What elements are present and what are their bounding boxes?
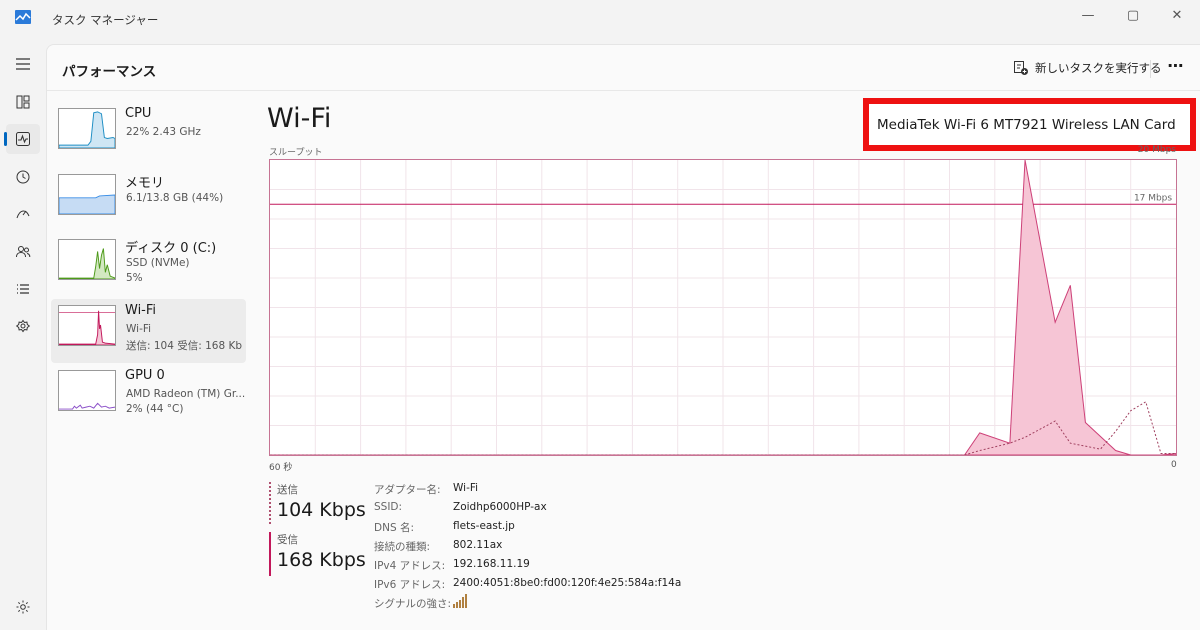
hamburger-icon [16,58,30,70]
device-memory[interactable]: メモリ 6.1/13.8 GB (44%) [51,168,246,232]
receive-stat: 受信 168 Kbps [269,532,366,576]
graph-max-label: 20 Mbps [1137,145,1176,155]
hamburger-menu-button[interactable] [6,49,40,79]
window-title: タスク マネージャー [52,13,159,27]
send-label: 送信 [277,484,298,496]
device-name: メモリ [125,175,165,191]
device-type: Wi-Fi [126,322,152,335]
users-icon [16,246,31,258]
page-header: パフォーマンス 新しいタスクを実行する ⋯ [47,45,1200,91]
send-stat: 送信 104 Kbps [269,482,366,524]
property-value: 802.11ax [453,539,503,551]
throughput-graph: 17 Mbps [269,159,1177,456]
history-icon [16,170,30,184]
device-name: ディスク 0 (C:) [125,241,217,256]
device-wifi[interactable]: Wi-Fi Wi-Fi 送信: 104 受信: 168 Kb [51,298,246,363]
device-stat: 2% (44 °C) [126,403,184,415]
gpu-thumbnail-graph [58,370,116,411]
property-key: IPv6 アドレス: [374,579,446,591]
header-divider [1150,60,1151,78]
device-list: CPU 22% 2.43 GHz メモリ 6.1/13.8 GB (44%) デ… [51,102,246,430]
graph-time-start: 60 秒 [269,463,293,473]
nav-details[interactable] [6,274,40,304]
device-stat: 送信: 104 受信: 168 Kb [126,339,243,352]
property-key: アダプター名: [374,484,441,496]
minimize-button[interactable]: — [1068,6,1108,26]
receive-value: 168 Kbps [277,549,366,571]
device-cpu[interactable]: CPU 22% 2.43 GHz [51,102,246,166]
run-new-task-button[interactable]: 新しいタスクを実行する [1013,57,1162,79]
device-stat: 5% [126,272,143,284]
adapter-name: MediaTek Wi-Fi 6 MT7921 Wireless LAN Car… [863,98,1196,151]
task-manager-app-icon [15,10,31,24]
property-key: IPv4 アドレス: [374,560,446,572]
property-key: DNS 名: [374,522,414,534]
detail-title: Wi-Fi [267,103,332,134]
device-gpu[interactable]: GPU 0 AMD Radeon (TM) Gr... 2% (44 °C) [51,364,246,428]
device-type: AMD Radeon (TM) Gr... [126,388,246,400]
property-value: 2400:4051:8be0:fd00:120f:4e25:584a:f14a [453,577,682,589]
device-name: CPU [125,106,152,121]
gear-icon [16,600,30,614]
send-value: 104 Kbps [277,499,366,521]
device-stat: 6.1/13.8 GB (44%) [126,191,224,204]
maximize-button[interactable]: ▢ [1113,6,1153,26]
property-value: 192.168.11.19 [453,558,530,570]
property-value: Wi-Fi [453,482,479,494]
property-value: Zoidhp6000HP-ax [453,501,547,513]
nav-rail [0,44,46,630]
run-new-task-label: 新しいタスクを実行する [1035,61,1162,75]
signal-bars-icon [453,594,467,608]
device-disk[interactable]: ディスク 0 (C:) SSD (NVMe) 5% [51,233,246,297]
main-panel: パフォーマンス 新しいタスクを実行する ⋯ CPU 22% 2.43 GHz メ… [46,44,1200,630]
send-indicator [269,482,271,524]
disk-thumbnail-graph [58,239,116,280]
graph-label: スループット [269,148,323,158]
nav-services[interactable] [6,312,40,342]
receive-indicator [269,532,271,576]
wifi-thumbnail-graph [58,304,116,346]
nav-users[interactable] [6,237,40,267]
nav-settings[interactable] [6,592,40,622]
startup-icon [16,210,30,219]
services-icon [15,319,31,333]
receive-label: 受信 [277,534,298,546]
page-title: パフォーマンス [62,64,157,80]
device-type: SSD (NVMe) [126,257,190,269]
performance-icon [16,132,30,146]
details-icon [17,284,29,294]
property-key: シグナルの強さ: [374,598,452,610]
property-value: flets-east.jp [453,520,515,532]
nav-app-history[interactable] [6,162,40,192]
device-name: GPU 0 [125,368,165,383]
device-name: Wi-Fi [125,302,157,318]
nav-startup[interactable] [6,199,40,229]
graph-time-end: 0 [1171,460,1177,470]
nav-performance[interactable] [4,124,40,154]
memory-thumbnail-graph [58,173,116,215]
property-key: 接続の種類: [374,541,431,553]
property-key: SSID: [374,501,403,513]
processes-icon [16,95,30,109]
close-button[interactable]: ✕ [1157,6,1197,26]
title-bar: タスク マネージャー — ▢ ✕ [0,0,1200,40]
nav-processes[interactable] [6,87,40,117]
device-stat: 22% 2.43 GHz [126,126,201,138]
new-task-icon [1014,61,1028,75]
reference-line-label: 17 Mbps [1134,193,1172,203]
more-options-button[interactable]: ⋯ [1164,57,1188,79]
cpu-thumbnail-graph [58,108,116,149]
